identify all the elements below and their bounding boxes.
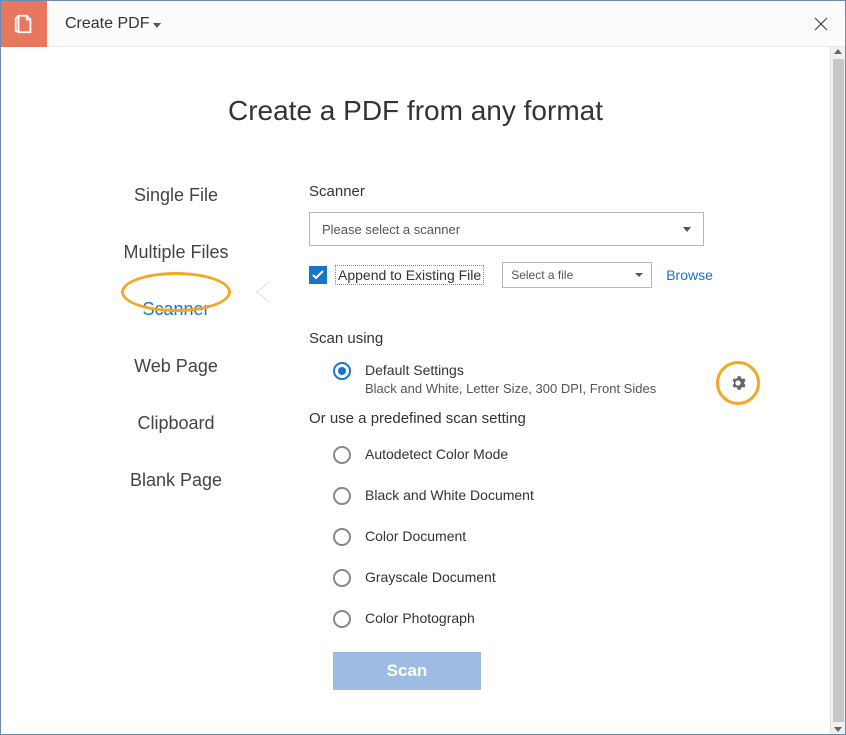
opt-color-label: Color Document: [365, 527, 466, 545]
default-settings-label: Default Settings: [365, 361, 656, 379]
title-label: Create PDF: [65, 15, 149, 33]
chevron-down-icon: [153, 23, 161, 28]
content-area: Create a PDF from any format Single File…: [1, 47, 830, 734]
scanner-select-placeholder: Please select a scanner: [322, 222, 460, 237]
titlebar: Create PDF: [1, 1, 845, 47]
scrollbar-thumb[interactable]: [833, 59, 844, 722]
radio-icon: [333, 528, 351, 546]
gear-icon: [729, 374, 747, 392]
nav-blank-page[interactable]: Blank Page: [81, 462, 271, 499]
nav-scanner[interactable]: Scanner: [81, 291, 271, 328]
radio-icon: [333, 362, 351, 380]
scan-button[interactable]: Scan: [333, 652, 481, 690]
file-select-placeholder: Select a file: [511, 268, 573, 282]
window-title[interactable]: Create PDF: [47, 15, 161, 33]
document-icon: [13, 13, 35, 35]
settings-button[interactable]: [716, 361, 760, 405]
nav-pointer-icon: [257, 281, 271, 303]
check-icon: [312, 270, 324, 280]
scanner-form: Scanner Please select a scanner Append t…: [271, 177, 790, 690]
opt-autodetect-label: Autodetect Color Mode: [365, 445, 508, 463]
scanner-section-label: Scanner: [309, 183, 790, 200]
radio-icon: [333, 487, 351, 505]
radio-icon: [333, 610, 351, 628]
chevron-down-icon: [635, 273, 643, 277]
predefined-label: Or use a predefined scan setting: [309, 410, 790, 427]
radio-icon: [333, 569, 351, 587]
nav-single-file[interactable]: Single File: [81, 177, 271, 214]
nav-multiple-files[interactable]: Multiple Files: [81, 234, 271, 271]
radio-autodetect[interactable]: Autodetect Color Mode: [309, 445, 790, 464]
radio-color-photo[interactable]: Color Photograph: [309, 609, 790, 628]
vertical-scrollbar[interactable]: [830, 47, 845, 734]
page-heading: Create a PDF from any format: [1, 95, 830, 127]
opt-bw-label: Black and White Document: [365, 486, 534, 504]
close-button[interactable]: [797, 1, 845, 47]
chevron-down-icon: [683, 227, 691, 232]
source-nav: Single File Multiple Files Scanner Web P…: [81, 177, 271, 690]
radio-color-doc[interactable]: Color Document: [309, 527, 790, 546]
browse-link[interactable]: Browse: [666, 267, 713, 283]
radio-grayscale[interactable]: Grayscale Document: [309, 568, 790, 587]
append-checkbox[interactable]: [309, 266, 327, 284]
radio-icon: [333, 446, 351, 464]
file-select[interactable]: Select a file: [502, 262, 652, 288]
scanner-select[interactable]: Please select a scanner: [309, 212, 704, 246]
close-icon: [814, 17, 828, 31]
nav-web-page[interactable]: Web Page: [81, 348, 271, 385]
app-icon: [1, 1, 47, 47]
nav-clipboard[interactable]: Clipboard: [81, 405, 271, 442]
append-label: Append to Existing File: [335, 265, 484, 285]
opt-gray-label: Grayscale Document: [365, 568, 496, 586]
default-settings-sub: Black and White, Letter Size, 300 DPI, F…: [365, 381, 656, 396]
opt-photo-label: Color Photograph: [365, 609, 475, 627]
radio-black-white[interactable]: Black and White Document: [309, 486, 790, 505]
scan-using-label: Scan using: [309, 330, 790, 347]
